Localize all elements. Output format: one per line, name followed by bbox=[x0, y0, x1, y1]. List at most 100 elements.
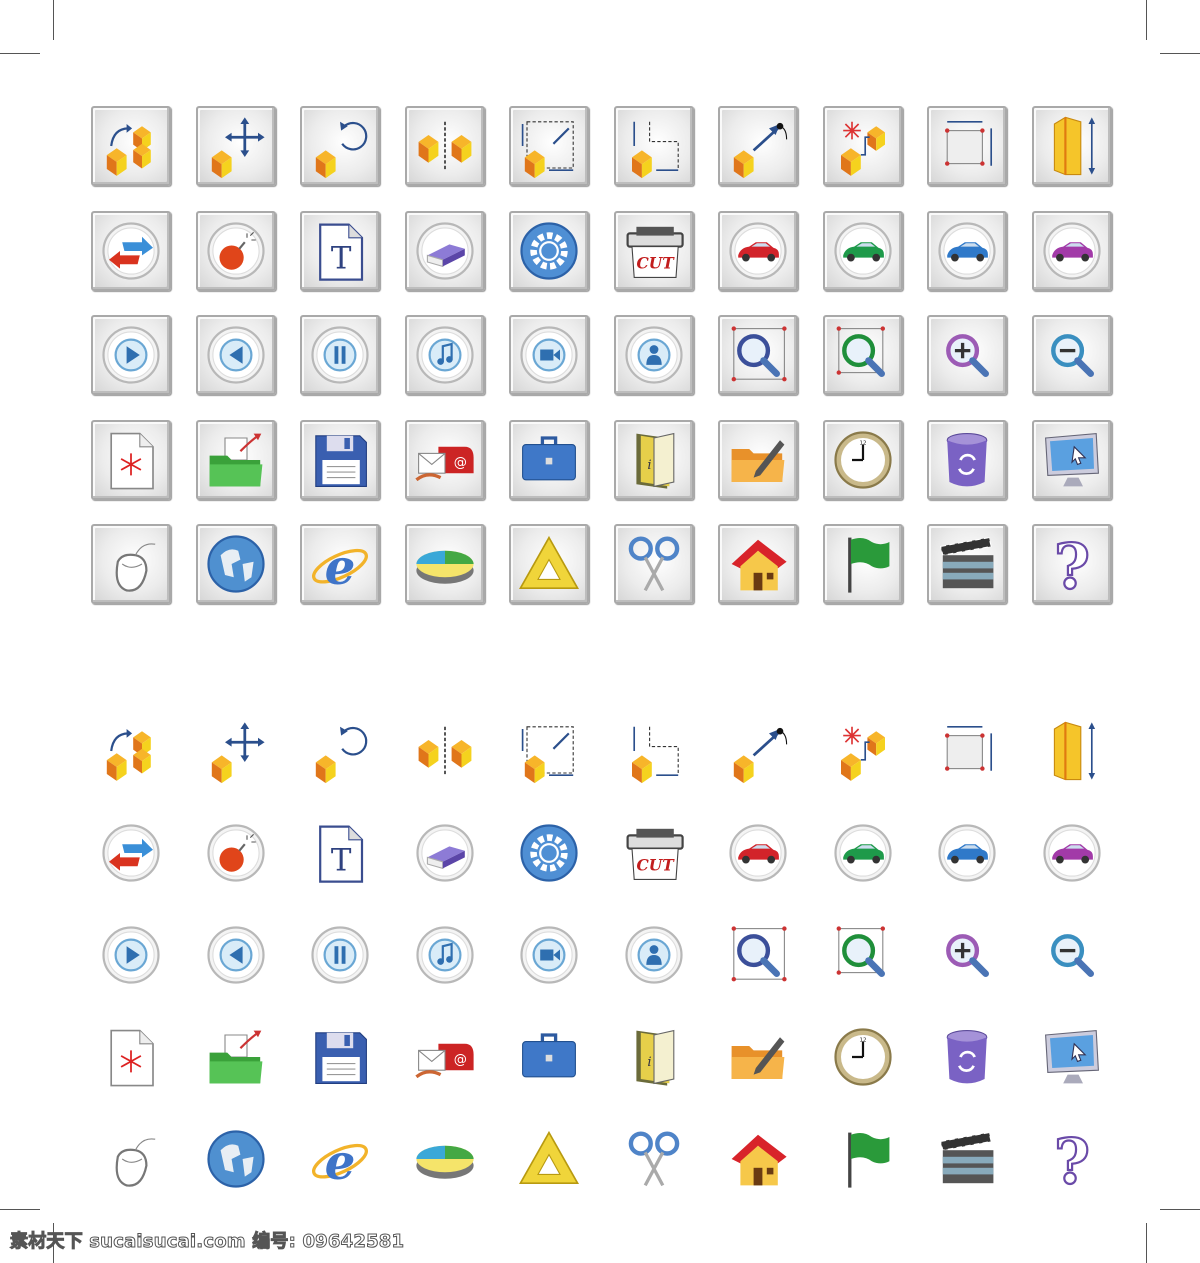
dimension-box-plain[interactable] bbox=[927, 711, 1007, 791]
help-question-button[interactable]: ? bbox=[1031, 524, 1112, 605]
scissors-button[interactable] bbox=[613, 524, 694, 605]
mailbox-button[interactable]: @ bbox=[404, 419, 485, 500]
move-copy-cubes-plain[interactable] bbox=[91, 711, 171, 791]
stretch-cube-plain[interactable] bbox=[614, 711, 694, 791]
open-folder-plain[interactable] bbox=[196, 1017, 276, 1097]
play-button[interactable] bbox=[91, 315, 172, 396]
zoom-in-plain[interactable] bbox=[927, 915, 1007, 995]
recycle-bin-button[interactable] bbox=[927, 419, 1008, 500]
zoom-fit-plain[interactable] bbox=[823, 915, 903, 995]
flag-button[interactable] bbox=[822, 524, 903, 605]
music-plain[interactable] bbox=[405, 915, 485, 995]
eraser-plain[interactable] bbox=[405, 813, 485, 893]
dimension-box-button[interactable] bbox=[927, 106, 1008, 187]
zoom-out-button[interactable] bbox=[1031, 315, 1112, 396]
play-plain[interactable] bbox=[91, 915, 171, 995]
rotate-cube-button[interactable] bbox=[300, 106, 381, 187]
clock-plain[interactable]: 12 bbox=[823, 1017, 903, 1097]
car-purple-button[interactable] bbox=[1031, 210, 1112, 291]
stretch-cube-button[interactable] bbox=[613, 106, 694, 187]
video-camera-plain[interactable] bbox=[509, 915, 589, 995]
clapperboard-button[interactable] bbox=[927, 524, 1008, 605]
info-book-plain[interactable]: i bbox=[614, 1017, 694, 1097]
video-camera-button[interactable] bbox=[509, 315, 590, 396]
car-red-button[interactable] bbox=[718, 210, 799, 291]
move-cube-plain[interactable] bbox=[196, 711, 276, 791]
clock-button[interactable]: 12 bbox=[822, 419, 903, 500]
zoom-window-plain[interactable] bbox=[718, 915, 798, 995]
scale-cube-button[interactable] bbox=[509, 106, 590, 187]
rewind-plain[interactable] bbox=[196, 915, 276, 995]
rewind-button[interactable] bbox=[195, 315, 276, 396]
ruler-height-button[interactable] bbox=[1031, 106, 1112, 187]
set-square-plain[interactable] bbox=[509, 1119, 589, 1199]
cut-plotter-button[interactable]: CUT bbox=[613, 210, 694, 291]
snap-cubes-plain[interactable] bbox=[823, 711, 903, 791]
zoom-in-button[interactable] bbox=[927, 315, 1008, 396]
floppy-save-plain[interactable] bbox=[300, 1017, 380, 1097]
pause-plain[interactable] bbox=[300, 915, 380, 995]
car-green-plain[interactable] bbox=[823, 813, 903, 893]
text-document-button[interactable]: T bbox=[300, 210, 381, 291]
flag-plain[interactable] bbox=[823, 1119, 903, 1199]
settings-gear-button[interactable] bbox=[509, 210, 590, 291]
user-plain[interactable] bbox=[614, 915, 694, 995]
car-green-button[interactable] bbox=[822, 210, 903, 291]
zoom-fit-button[interactable] bbox=[822, 315, 903, 396]
home-button[interactable] bbox=[718, 524, 799, 605]
move-cube-button[interactable] bbox=[195, 106, 276, 187]
car-blue-button[interactable] bbox=[927, 210, 1008, 291]
car-purple-plain[interactable] bbox=[1032, 813, 1112, 893]
briefcase-plain[interactable] bbox=[509, 1017, 589, 1097]
monitor-cursor-plain[interactable] bbox=[1032, 1017, 1112, 1097]
zoom-out-plain[interactable] bbox=[1032, 915, 1112, 995]
edit-folder-button[interactable] bbox=[718, 419, 799, 500]
globe-plain[interactable] bbox=[196, 1119, 276, 1199]
globe-button[interactable] bbox=[195, 524, 276, 605]
pie-chart-plain[interactable] bbox=[405, 1119, 485, 1199]
briefcase-button[interactable] bbox=[509, 419, 590, 500]
info-book-button[interactable]: i bbox=[613, 419, 694, 500]
mouse-button[interactable] bbox=[91, 524, 172, 605]
new-document-plain[interactable] bbox=[91, 1017, 171, 1097]
internet-explorer-button[interactable]: e bbox=[300, 524, 381, 605]
cut-plotter-plain[interactable]: CUT bbox=[614, 813, 694, 893]
mouse-plain[interactable] bbox=[91, 1119, 171, 1199]
internet-explorer-plain[interactable]: e bbox=[300, 1119, 380, 1199]
rotate-cube-plain[interactable] bbox=[300, 711, 380, 791]
recycle-bin-plain[interactable] bbox=[927, 1017, 1007, 1097]
help-question-plain[interactable]: ? bbox=[1032, 1119, 1112, 1199]
text-document-plain[interactable]: T bbox=[300, 813, 380, 893]
bomb-plain[interactable] bbox=[196, 813, 276, 893]
car-red-plain[interactable] bbox=[718, 813, 798, 893]
swap-arrows-button[interactable] bbox=[91, 210, 172, 291]
ruler-height-plain[interactable] bbox=[1032, 711, 1112, 791]
floppy-save-button[interactable] bbox=[300, 419, 381, 500]
swap-arrows-plain[interactable] bbox=[91, 813, 171, 893]
open-folder-button[interactable] bbox=[195, 419, 276, 500]
clapperboard-plain[interactable] bbox=[927, 1119, 1007, 1199]
mirror-cubes-button[interactable] bbox=[404, 106, 485, 187]
move-copy-cubes-button[interactable] bbox=[91, 106, 172, 187]
car-blue-plain[interactable] bbox=[927, 813, 1007, 893]
user-button[interactable] bbox=[613, 315, 694, 396]
bomb-button[interactable] bbox=[195, 210, 276, 291]
pause-button[interactable] bbox=[300, 315, 381, 396]
edit-folder-plain[interactable] bbox=[718, 1017, 798, 1097]
snap-cubes-button[interactable] bbox=[822, 106, 903, 187]
set-square-button[interactable] bbox=[509, 524, 590, 605]
scale-cube-plain[interactable] bbox=[509, 711, 589, 791]
point-move-cube-plain[interactable] bbox=[718, 711, 798, 791]
mailbox-plain[interactable]: @ bbox=[405, 1017, 485, 1097]
scissors-plain[interactable] bbox=[614, 1119, 694, 1199]
zoom-window-button[interactable] bbox=[718, 315, 799, 396]
mirror-cubes-plain[interactable] bbox=[405, 711, 485, 791]
home-plain[interactable] bbox=[718, 1119, 798, 1199]
monitor-cursor-button[interactable] bbox=[1031, 419, 1112, 500]
pie-chart-button[interactable] bbox=[404, 524, 485, 605]
point-move-cube-button[interactable] bbox=[718, 106, 799, 187]
new-document-button[interactable] bbox=[91, 419, 172, 500]
music-button[interactable] bbox=[404, 315, 485, 396]
eraser-button[interactable] bbox=[404, 210, 485, 291]
settings-gear-plain[interactable] bbox=[509, 813, 589, 893]
